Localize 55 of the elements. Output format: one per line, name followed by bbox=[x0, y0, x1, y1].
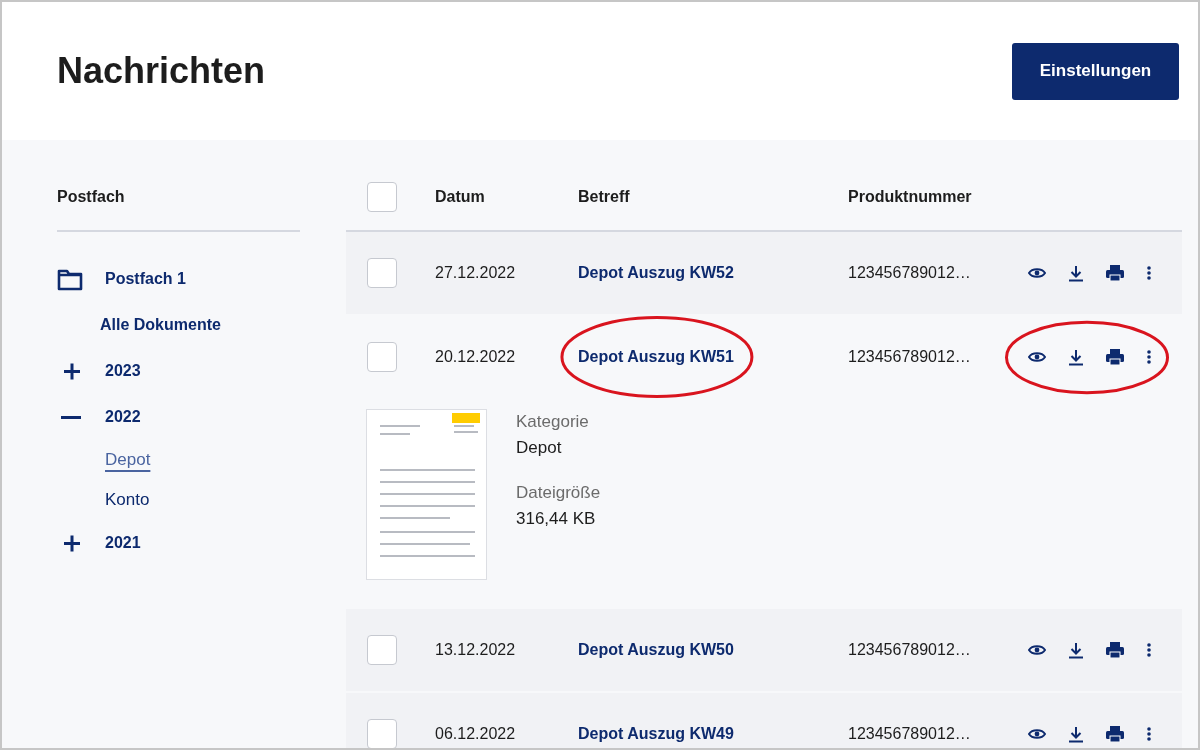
view-icon[interactable] bbox=[1028, 351, 1046, 363]
download-icon[interactable] bbox=[1069, 641, 1083, 659]
more-icon[interactable] bbox=[1147, 266, 1151, 280]
column-header: Datum bbox=[435, 188, 485, 205]
download-icon[interactable] bbox=[1069, 348, 1083, 366]
year-label[interactable]: 2023 bbox=[105, 359, 141, 383]
category-link[interactable]: Depot bbox=[105, 447, 151, 473]
mailbox-link[interactable]: Postfach 1 bbox=[105, 267, 186, 291]
view-icon[interactable] bbox=[1028, 267, 1046, 279]
product-number-cell: 123456789012… bbox=[848, 348, 971, 365]
download-icon[interactable] bbox=[1069, 725, 1083, 743]
printer-icon[interactable] bbox=[1106, 265, 1124, 281]
sidebar-link[interactable]: Alle Dokumente bbox=[100, 313, 221, 337]
date-cell: 06.12.2022 bbox=[435, 725, 516, 742]
year-label[interactable]: 2022 bbox=[105, 405, 141, 429]
year-label[interactable]: 2021 bbox=[105, 531, 141, 555]
printer-icon[interactable] bbox=[1106, 642, 1124, 658]
product-number-cell: 123456789012… bbox=[848, 641, 971, 658]
more-icon[interactable] bbox=[1147, 727, 1151, 741]
detail-value: 316,44 KB bbox=[516, 507, 597, 530]
printer-icon[interactable] bbox=[1106, 726, 1124, 742]
printer-icon[interactable] bbox=[1106, 349, 1124, 365]
detail-value: Depot bbox=[516, 436, 563, 459]
date-cell: 20.12.2022 bbox=[435, 348, 516, 365]
table-row[interactable]: 13.12.2022 Depot Auszug KW50 123456789012… bbox=[346, 609, 1182, 691]
row-checkbox[interactable] bbox=[367, 342, 397, 372]
expand-icon[interactable] bbox=[62, 362, 82, 382]
select-all-checkbox[interactable] bbox=[367, 182, 397, 212]
view-icon[interactable] bbox=[1028, 728, 1046, 740]
expand-icon[interactable] bbox=[62, 534, 82, 554]
row-checkbox[interactable] bbox=[367, 719, 397, 748]
page-title: Nachrichten bbox=[57, 49, 266, 93]
folder-icon bbox=[57, 268, 83, 292]
product-number-cell: 123456789012… bbox=[848, 264, 971, 281]
column-header: Betreff bbox=[578, 188, 630, 205]
subject-link[interactable]: Depot Auszug KW49 bbox=[578, 722, 734, 746]
table-row[interactable]: 06.12.2022 Depot Auszug KW49 123456789012… bbox=[346, 693, 1182, 748]
subject-link[interactable]: Depot Auszug KW50 bbox=[578, 638, 734, 662]
sidebar-heading: Postfach bbox=[57, 187, 125, 207]
category-link[interactable]: Konto bbox=[105, 487, 150, 513]
product-number-cell: 123456789012… bbox=[848, 725, 971, 742]
date-cell: 13.12.2022 bbox=[435, 641, 516, 658]
more-icon[interactable] bbox=[1147, 643, 1151, 657]
row-checkbox[interactable] bbox=[367, 258, 397, 288]
view-icon[interactable] bbox=[1028, 644, 1046, 656]
date-cell: 27.12.2022 bbox=[435, 264, 516, 281]
more-icon[interactable] bbox=[1147, 350, 1151, 364]
column-header: Produktnummer bbox=[848, 188, 972, 205]
detail-label: Kategorie bbox=[516, 411, 590, 433]
settings-button[interactable]: Einstellungen bbox=[1012, 42, 1179, 100]
detail-label: Dateigröße bbox=[516, 482, 601, 504]
table-row[interactable]: 27.12.2022 Depot Auszug KW52 123456789012… bbox=[346, 232, 1182, 314]
download-icon[interactable] bbox=[1069, 264, 1083, 282]
subject-link[interactable]: Depot Auszug KW52 bbox=[578, 261, 734, 285]
row-checkbox[interactable] bbox=[367, 635, 397, 665]
